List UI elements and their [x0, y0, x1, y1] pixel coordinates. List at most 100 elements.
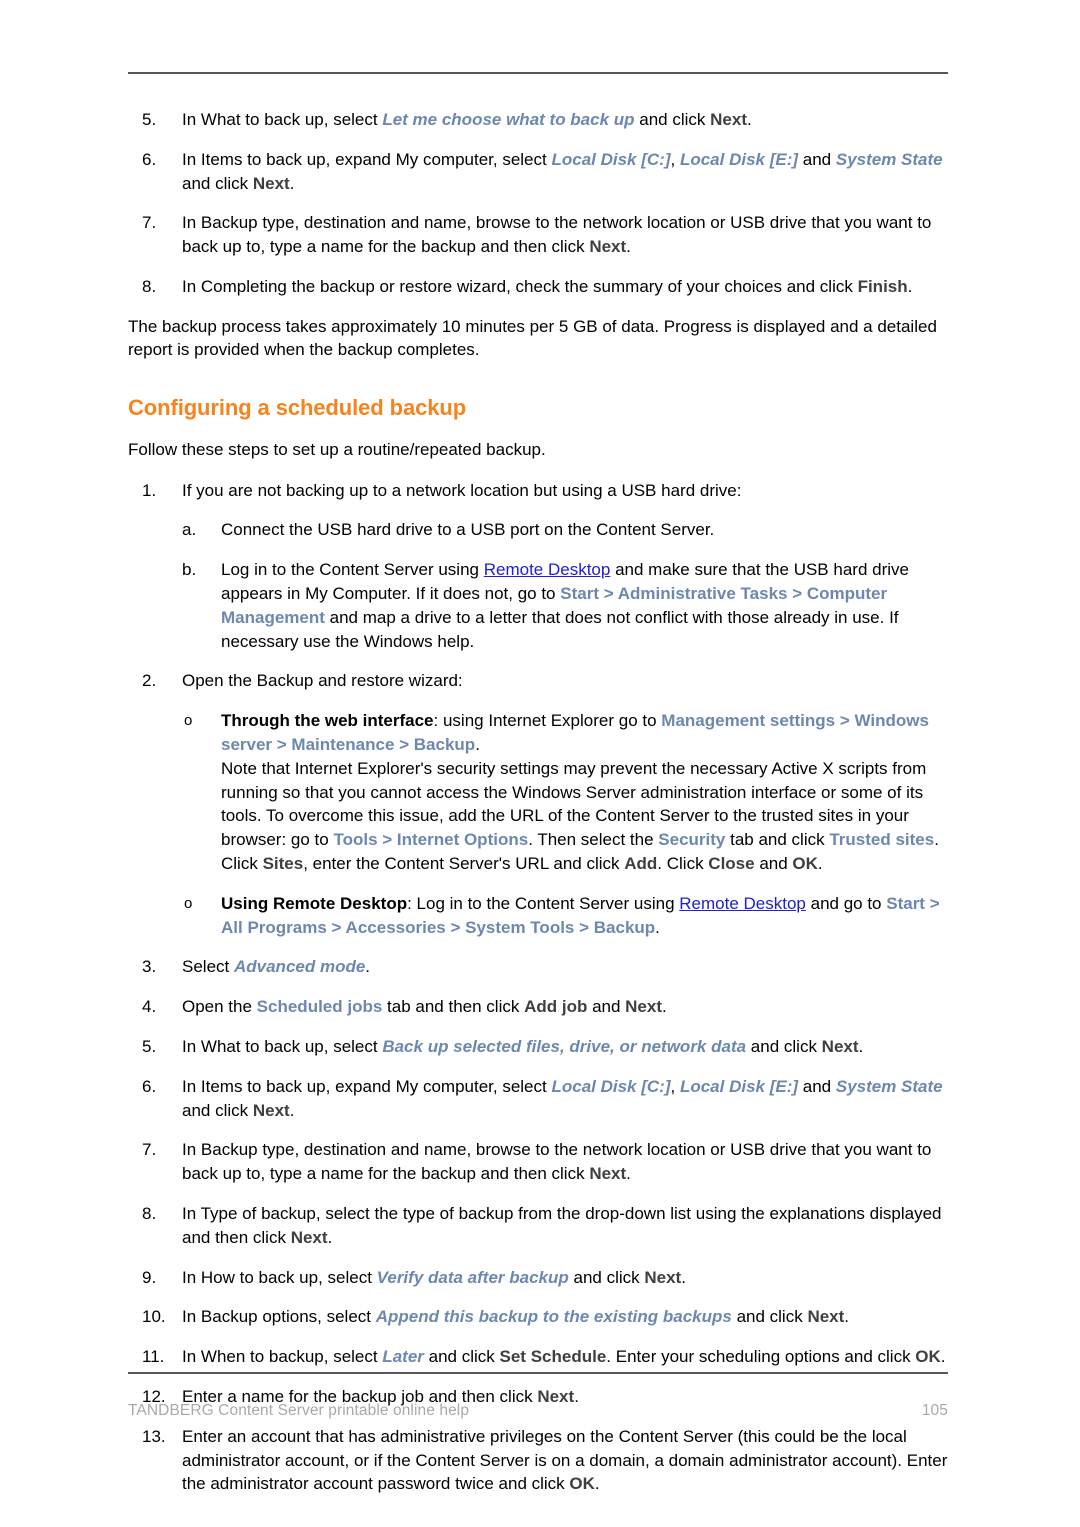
- list-marker: 5.: [142, 1037, 157, 1056]
- body-text: .: [327, 1227, 333, 1247]
- button-label: Next: [807, 1307, 845, 1327]
- list-item: o Using Remote Desktop: Log in to the Con…: [128, 892, 948, 940]
- body-text: and click: [634, 110, 711, 129]
- list-item-text: In Backup options, select Append this ba…: [182, 1307, 849, 1326]
- page-number: 105: [921, 1402, 948, 1419]
- body-text: In Items to back up, expand My computer,…: [182, 1076, 552, 1096]
- list-item: 6. In Items to back up, expand My compute…: [128, 1075, 948, 1123]
- list-item-text: In Backup type, destination and name, br…: [182, 1140, 931, 1183]
- body-text: and click: [182, 173, 253, 193]
- list-marker: o: [184, 894, 193, 912]
- list-marker: o: [184, 712, 193, 730]
- list-item-text: In Type of backup, select the type of ba…: [182, 1204, 941, 1247]
- button-label: Set Schedule: [499, 1347, 607, 1367]
- body-text: and: [587, 997, 626, 1017]
- button-label: Next: [589, 237, 627, 257]
- list-marker: 3.: [142, 957, 157, 977]
- list-item-text: In Items to back up, expand My computer,…: [182, 150, 943, 193]
- method-label: Through the web interface: [221, 711, 434, 731]
- option-name: Back up selected files, drive, or networ…: [382, 1037, 747, 1056]
- body-text: .: [655, 917, 660, 937]
- body-text: and click: [746, 1037, 822, 1056]
- list-marker: 8.: [142, 276, 157, 296]
- body-text: .: [844, 1307, 850, 1327]
- list-marker: 10.: [142, 1307, 166, 1327]
- main-step-list: 1. If you are not backing up to a network…: [128, 479, 948, 1497]
- list-item: 1. If you are not backing up to a network…: [128, 479, 948, 503]
- button-label: Add job: [524, 997, 588, 1017]
- body-text: In What to back up, select: [182, 110, 383, 129]
- option-name: Later: [382, 1347, 424, 1367]
- intro-paragraph: The backup process takes approximately 1…: [128, 316, 937, 360]
- body-text: . Then select the: [528, 830, 659, 850]
- list-marker: 4.: [142, 997, 157, 1017]
- body-text: .: [940, 1347, 946, 1367]
- body-text: Select: [182, 957, 234, 977]
- option-name: Advanced mode: [233, 957, 366, 977]
- list-marker: 8.: [142, 1203, 157, 1223]
- list-marker: 6.: [142, 1076, 157, 1096]
- body-text: In How to back up, select: [182, 1267, 377, 1287]
- body-text: . Enter your scheduling options and clic…: [606, 1347, 916, 1367]
- body-text: .: [662, 997, 667, 1017]
- button-label: Next: [589, 1164, 627, 1184]
- list-item-text: Enter an account that has administrative…: [182, 1427, 947, 1494]
- list-item: 13. Enter an account that has administrat…: [128, 1425, 948, 1496]
- list-item-text: In How to back up, select Verify data af…: [182, 1268, 686, 1287]
- body-text: and: [798, 1076, 836, 1096]
- body-text: tab and click: [725, 830, 830, 850]
- body-text: and click: [731, 1307, 808, 1327]
- body-text: and go to: [805, 893, 887, 913]
- list-item: 11. In When to backup, select Later and c…: [128, 1345, 948, 1369]
- body-text: .: [817, 854, 823, 874]
- button-label: Finish: [857, 276, 908, 296]
- body-text: and: [754, 854, 793, 874]
- ui-path-reference: Security: [658, 830, 726, 850]
- body-text: If you are not backing up to a network l…: [182, 480, 742, 500]
- ui-path-reference: Trusted sites: [829, 830, 935, 850]
- body-text: and click: [182, 1100, 253, 1120]
- list-item-text: Select Advanced mode.: [182, 957, 370, 976]
- list-marker: 7.: [142, 1140, 157, 1160]
- button-label: OK: [792, 854, 818, 874]
- body-text: .: [626, 237, 631, 257]
- list-item: 7. In Backup type, destination and name, …: [128, 211, 948, 259]
- body-text: .: [858, 1037, 864, 1056]
- option-name: Local Disk [E:]: [679, 149, 799, 169]
- footer-title: TANDBERG Content Server printable online…: [128, 1402, 470, 1419]
- header-rule: [128, 72, 948, 74]
- body-text: Connect the USB hard drive to a USB port…: [221, 520, 715, 540]
- body-text: Enter an account that has administrative…: [182, 1426, 948, 1494]
- list-item: 7. In Backup type, destination and name, …: [128, 1138, 948, 1186]
- page-title: Configuring a scheduled backup: [128, 395, 467, 421]
- list-item: 5. In What to back up, select Let me choo…: [128, 108, 948, 132]
- body-text: . Click: [657, 854, 709, 874]
- list-item-text: If you are not backing up to a network l…: [182, 481, 741, 500]
- page-footer: TANDBERG Content Server printable online…: [128, 1402, 948, 1420]
- button-label: Next: [252, 1100, 290, 1120]
- body-text: In Backup options, select: [182, 1307, 376, 1327]
- option-name: Append this backup to the existing backu…: [375, 1307, 732, 1327]
- button-label: OK: [569, 1474, 595, 1494]
- remote-desktop-link[interactable]: Remote Desktop: [679, 894, 806, 913]
- list-item-text: Open the Backup and restore wizard:: [182, 671, 463, 690]
- button-label: Add: [624, 854, 658, 874]
- list-item: 8. In Type of backup, select the type of …: [128, 1202, 948, 1250]
- body-text: In Items to back up, expand My computer,…: [182, 149, 552, 169]
- button-label: Next: [290, 1227, 328, 1247]
- list-item: 10. In Backup options, select Append this…: [128, 1305, 948, 1329]
- list-marker: 2.: [142, 671, 157, 691]
- body-text: ,: [670, 1076, 680, 1096]
- button-label: Next: [644, 1267, 682, 1287]
- option-name: Let me choose what to back up: [382, 110, 635, 129]
- button-label: Next: [252, 173, 290, 193]
- list-item: 6. In Items to back up, expand My compute…: [128, 148, 948, 196]
- remote-desktop-link[interactable]: Remote Desktop: [484, 560, 611, 579]
- list-marker: a.: [182, 520, 197, 540]
- ui-path-reference: Tools > Internet Options: [333, 830, 529, 850]
- list-item-text: Connect the USB hard drive to a USB port…: [221, 520, 714, 539]
- list-marker: 9.: [142, 1267, 157, 1287]
- button-label: Close: [708, 854, 755, 874]
- list-item-text: In What to back up, select Back up selec…: [182, 1037, 863, 1056]
- body-text: .: [907, 276, 913, 296]
